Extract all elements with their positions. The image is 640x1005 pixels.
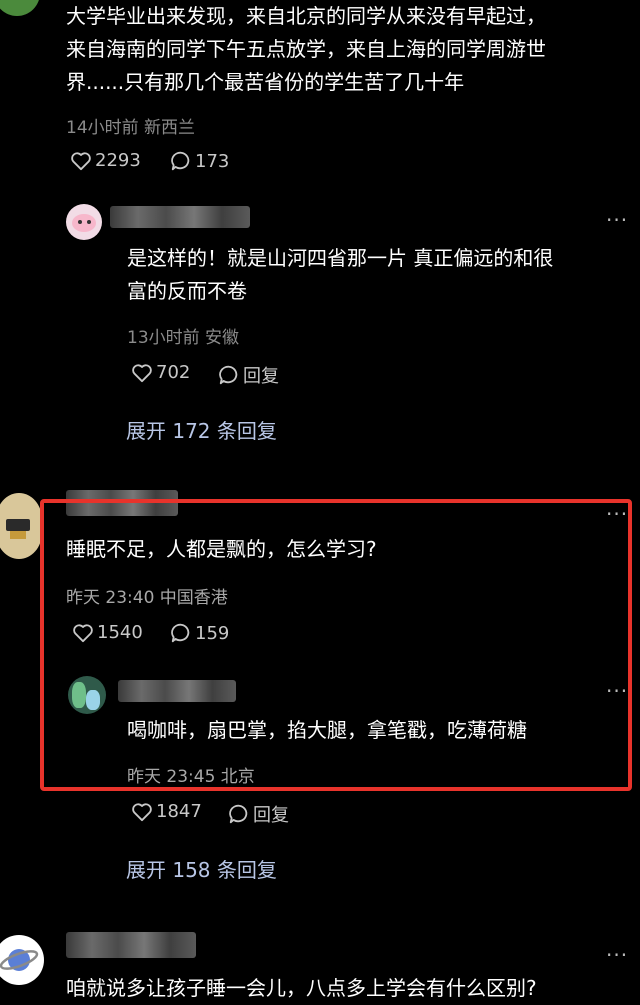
comment-bubble-icon <box>171 623 190 643</box>
reply-meta: 13小时前 安徽 <box>127 328 240 348</box>
comment-text: 睡眠不足，人都是飘的，怎么学习? <box>66 537 377 561</box>
reply-text-line: 富的反而不卷 <box>127 279 247 303</box>
expand-replies-link[interactable]: 展开 172 条回复 <box>126 415 277 444</box>
avatar[interactable] <box>0 493 42 559</box>
heart-icon <box>132 802 152 821</box>
more-options-button[interactable]: ··· <box>606 945 628 965</box>
heart-icon <box>73 623 93 642</box>
expand-replies-link[interactable]: 展开 158 条回复 <box>126 854 277 883</box>
username-blurred[interactable] <box>66 932 196 958</box>
avatar[interactable] <box>68 676 106 714</box>
reply-count: 173 <box>195 150 230 172</box>
more-options-button[interactable]: ··· <box>606 681 628 701</box>
like-count: 1847 <box>156 801 202 822</box>
comment-bubble-icon <box>219 365 238 385</box>
reply-label: 回复 <box>243 366 279 387</box>
like-button[interactable]: 702 <box>131 362 190 383</box>
reply-button[interactable]: 回复 <box>218 362 279 388</box>
avatar[interactable] <box>0 0 40 16</box>
comment-text-line: 界......只有那几个最苦省份的学生苦了几十年 <box>66 70 465 94</box>
comment-meta: 14小时前 新西兰 <box>66 118 196 138</box>
reply-text-line: 是这样的！就是山河四省那一片 真正偏远的和很 <box>127 246 554 270</box>
comment-meta: 昨天 23:40 中国香港 <box>66 588 228 608</box>
reply-text: 喝咖啡，扇巴掌，掐大腿，拿笔戳，吃薄荷糖 <box>127 718 527 742</box>
reply-button[interactable]: 回复 <box>228 801 289 827</box>
reply-label: 回复 <box>253 805 289 826</box>
like-count: 1540 <box>97 622 143 643</box>
username-blurred[interactable] <box>118 680 236 702</box>
reply-count: 159 <box>195 622 230 644</box>
comment-text-line: 大学毕业出来发现，来自北京的同学从来没有早起过， <box>66 4 546 28</box>
heart-icon <box>132 363 152 382</box>
comment-bubble-icon <box>229 804 248 824</box>
more-options-button[interactable]: ··· <box>606 210 628 230</box>
like-count: 2293 <box>95 150 141 171</box>
like-button[interactable]: 1540 <box>72 622 143 643</box>
comment-text: 咱就说多让孩子睡一会儿，八点多上学会有什么区别? <box>66 976 537 1000</box>
avatar[interactable] <box>0 935 44 985</box>
comment-text-line: 来自海南的同学下午五点放学，来自上海的同学周游世 <box>66 37 546 61</box>
username-blurred[interactable] <box>110 206 250 228</box>
more-options-button[interactable]: ··· <box>606 504 628 524</box>
planet-icon <box>0 949 39 971</box>
reply-button[interactable]: 159 <box>170 622 229 644</box>
like-button[interactable]: 2293 <box>70 150 141 171</box>
reply-body: 是这样的！就是山河四省那一片 真正偏远的和很 富的反而不卷 <box>127 242 553 308</box>
reply-meta: 昨天 23:45 北京 <box>127 767 255 787</box>
reply-button[interactable]: 173 <box>170 150 229 172</box>
comment-body: 大学毕业出来发现，来自北京的同学从来没有早起过， 来自海南的同学下午五点放学，来… <box>66 0 546 99</box>
heart-icon <box>71 151 91 170</box>
avatar[interactable] <box>66 204 102 240</box>
like-button[interactable]: 1847 <box>131 801 202 822</box>
comment-bubble-icon <box>171 151 190 171</box>
like-count: 702 <box>156 362 191 383</box>
